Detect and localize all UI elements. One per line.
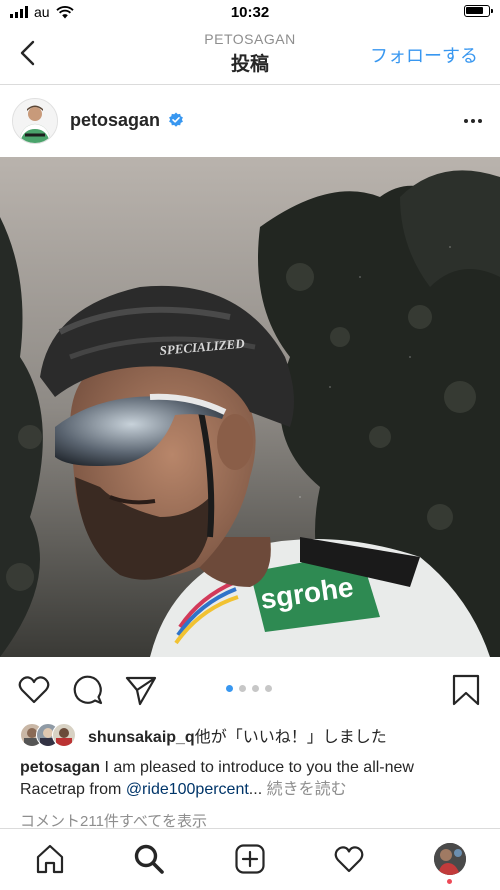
carousel-dot: [226, 685, 233, 692]
post-username[interactable]: petosagan: [70, 110, 160, 131]
new-post-icon[interactable]: [234, 843, 266, 875]
bookmark-icon[interactable]: [449, 673, 483, 707]
post-header: petosagan: [0, 85, 500, 157]
read-more-link[interactable]: 続きを読む: [262, 781, 347, 798]
battery-fill: [466, 7, 483, 14]
nav-subtitle: PETOSAGAN: [204, 31, 296, 47]
chevron-left-icon[interactable]: [14, 38, 44, 68]
avatar-image: [13, 99, 57, 143]
activity-heart-icon[interactable]: [333, 843, 365, 875]
notification-dot: [447, 879, 452, 884]
likes-suffix: 他が「いいね！」しました: [194, 729, 387, 746]
page-title: 投稿: [230, 54, 269, 75]
liker-avatar: [52, 723, 76, 747]
battery-icon: [464, 5, 493, 17]
carousel-dot: [265, 685, 272, 692]
liker-username[interactable]: shunsakaip_q: [88, 729, 195, 746]
likes-row[interactable]: shunsakaip_q他が「いいね！」しました: [20, 722, 387, 748]
ellipsis-icon[interactable]: [464, 119, 482, 123]
heart-icon[interactable]: [17, 673, 51, 707]
liker-avatars: [20, 723, 84, 747]
carousel-dot: [239, 685, 246, 692]
carousel-dot: [252, 685, 259, 692]
status-bar: au 10:32: [0, 0, 500, 26]
caption-username[interactable]: petosagan: [20, 759, 100, 776]
verified-badge-icon: [169, 112, 183, 127]
search-icon[interactable]: [133, 843, 165, 875]
avatar[interactable]: [12, 98, 58, 144]
post-photo[interactable]: sgrohe SPECIALIZED: [0, 157, 500, 657]
tab-bar: [0, 828, 500, 890]
nav-title-group: PETOSAGAN 投稿: [150, 31, 350, 76]
comment-icon[interactable]: [71, 673, 105, 707]
paper-plane-icon[interactable]: [124, 673, 158, 707]
cyclist-photo: sgrohe SPECIALIZED: [0, 157, 500, 657]
navigation-bar: PETOSAGAN 投稿 フォローする: [0, 26, 500, 85]
post-actions: [0, 665, 500, 715]
caption-mention-link[interactable]: @ride100percent: [126, 781, 249, 798]
carousel-indicator: [226, 685, 272, 692]
likes-text: shunsakaip_q他が「いいね！」しました: [88, 723, 387, 747]
follow-button[interactable]: フォローする: [370, 42, 478, 68]
caption-ellipsis: ...: [248, 781, 263, 798]
status-time: 10:32: [230, 4, 270, 21]
profile-avatar[interactable]: [434, 843, 466, 875]
post-caption: petosagan I am pleased to introduce to y…: [20, 757, 480, 801]
home-icon[interactable]: [34, 843, 66, 875]
